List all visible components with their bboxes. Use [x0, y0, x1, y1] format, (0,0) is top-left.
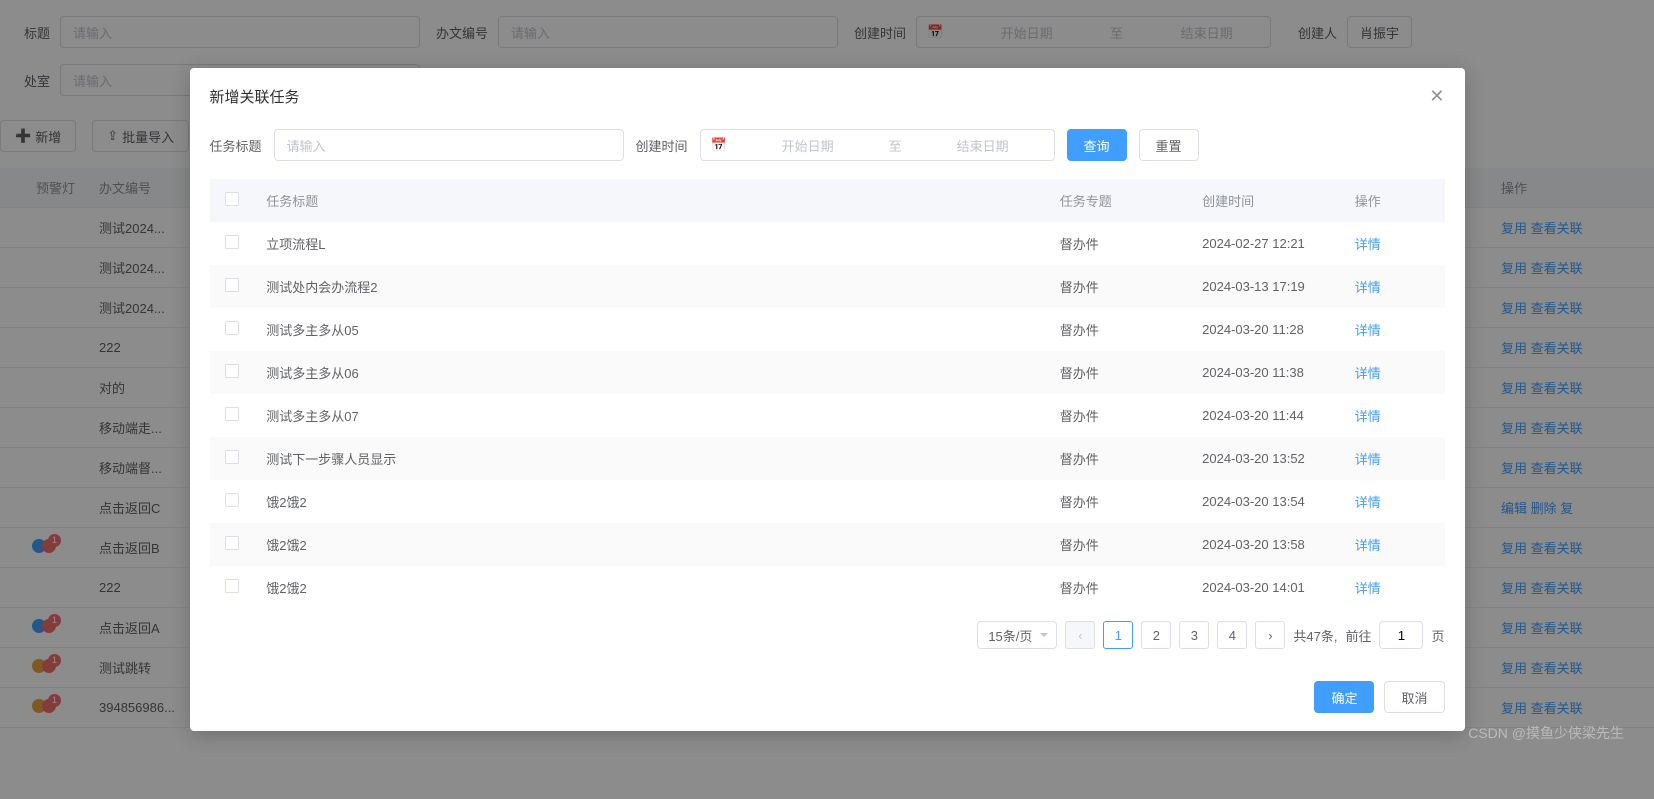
chevron-left-icon: ‹: [1078, 628, 1082, 643]
page-size-select[interactable]: 15条/页: [977, 621, 1057, 649]
cell-title: 饿2饿2: [254, 566, 1047, 609]
cell-title: 测试下一步骤人员显示: [254, 437, 1047, 480]
table-row: 饿2饿2督办件2024-03-20 13:54 详情: [210, 480, 1445, 523]
page-button-4[interactable]: 4: [1217, 621, 1247, 649]
table-row: 饿2饿2督办件2024-03-20 14:01 详情: [210, 566, 1445, 609]
cancel-button[interactable]: 取消: [1384, 681, 1444, 713]
pagination: 15条/页 ‹ 1234 › 共47条, 前往 页: [210, 609, 1445, 659]
cell-title: 测试处内会办流程2: [254, 265, 1047, 308]
cell-title: 测试多主多从05: [254, 308, 1047, 351]
cell-topic: 督办件: [1048, 265, 1190, 308]
row-checkbox[interactable]: [225, 579, 239, 593]
row-checkbox[interactable]: [225, 407, 239, 421]
cell-topic: 督办件: [1048, 437, 1190, 480]
row-checkbox[interactable]: [225, 278, 239, 292]
cell-topic: 督办件: [1048, 480, 1190, 523]
add-related-task-modal: 新增关联任务 ✕ 任务标题 请输入 创建时间 📅 开始日期 至 结束日期 查询 …: [190, 68, 1465, 731]
total-text: 共47条,: [1293, 626, 1337, 645]
cell-title: 饿2饿2: [254, 523, 1047, 566]
modal-createtime-label: 创建时间: [636, 136, 688, 155]
goto-input[interactable]: [1379, 621, 1423, 649]
cell-created: 2024-03-20 13:54: [1190, 480, 1343, 523]
cell-topic: 督办件: [1048, 566, 1190, 609]
cell-created: 2024-03-20 11:44: [1190, 394, 1343, 437]
detail-link[interactable]: 详情: [1355, 366, 1381, 381]
cell-created: 2024-03-20 14:01: [1190, 566, 1343, 609]
calendar-icon: 📅: [711, 137, 727, 153]
detail-link[interactable]: 详情: [1355, 495, 1381, 510]
col-created: 创建时间: [1190, 179, 1343, 222]
select-all-checkbox[interactable]: [210, 179, 255, 222]
row-checkbox[interactable]: [225, 536, 239, 550]
cell-created: 2024-02-27 12:21: [1190, 222, 1343, 265]
prev-page-button[interactable]: ‹: [1065, 621, 1095, 649]
chevron-right-icon: ›: [1268, 628, 1272, 643]
modal-overlay: 新增关联任务 ✕ 任务标题 请输入 创建时间 📅 开始日期 至 结束日期 查询 …: [0, 0, 1654, 799]
cell-topic: 督办件: [1048, 351, 1190, 394]
goto-suffix: 页: [1431, 626, 1444, 645]
task-title-input[interactable]: 请输入: [274, 129, 624, 161]
task-title-label: 任务标题: [210, 136, 262, 155]
col-task-title: 任务标题: [254, 179, 1047, 222]
detail-link[interactable]: 详情: [1355, 237, 1381, 252]
cell-created: 2024-03-20 13:52: [1190, 437, 1343, 480]
confirm-button[interactable]: 确定: [1314, 681, 1374, 713]
page-button-2[interactable]: 2: [1141, 621, 1171, 649]
table-row: 测试多主多从06督办件2024-03-20 11:38 详情: [210, 351, 1445, 394]
modal-header: 新增关联任务 ✕: [190, 68, 1465, 125]
cell-topic: 督办件: [1048, 308, 1190, 351]
row-checkbox[interactable]: [225, 321, 239, 335]
cell-title: 测试多主多从07: [254, 394, 1047, 437]
cell-created: 2024-03-20 13:58: [1190, 523, 1343, 566]
detail-link[interactable]: 详情: [1355, 538, 1381, 553]
detail-link[interactable]: 详情: [1355, 581, 1381, 596]
detail-link[interactable]: 详情: [1355, 409, 1381, 424]
watermark: CSDN @摸鱼少侠梁先生: [1468, 723, 1624, 743]
table-row: 测试处内会办流程2督办件2024-03-13 17:19 详情: [210, 265, 1445, 308]
modal-createtime-range[interactable]: 📅 开始日期 至 结束日期: [700, 129, 1055, 161]
detail-link[interactable]: 详情: [1355, 452, 1381, 467]
table-row: 测试下一步骤人员显示督办件2024-03-20 13:52 详情: [210, 437, 1445, 480]
cell-title: 测试多主多从06: [254, 351, 1047, 394]
cell-created: 2024-03-20 11:28: [1190, 308, 1343, 351]
detail-link[interactable]: 详情: [1355, 323, 1381, 338]
page-button-3[interactable]: 3: [1179, 621, 1209, 649]
modal-footer: 确定 取消: [190, 669, 1465, 731]
cell-topic: 督办件: [1048, 523, 1190, 566]
query-button[interactable]: 查询: [1067, 129, 1127, 161]
modal-title: 新增关联任务: [210, 86, 300, 107]
modal-filters: 任务标题 请输入 创建时间 📅 开始日期 至 结束日期 查询 重置: [210, 129, 1445, 161]
table-row: 立项流程L督办件2024-02-27 12:21 详情: [210, 222, 1445, 265]
detail-link[interactable]: 详情: [1355, 280, 1381, 295]
table-row: 测试多主多从07督办件2024-03-20 11:44 详情: [210, 394, 1445, 437]
modal-table: 任务标题 任务专题 创建时间 操作 立项流程L督办件2024-02-27 12:…: [210, 179, 1445, 609]
table-row: 饿2饿2督办件2024-03-20 13:58 详情: [210, 523, 1445, 566]
row-checkbox[interactable]: [225, 235, 239, 249]
cell-title: 饿2饿2: [254, 480, 1047, 523]
cell-created: 2024-03-13 17:19: [1190, 265, 1343, 308]
cell-title: 立项流程L: [254, 222, 1047, 265]
row-checkbox[interactable]: [225, 493, 239, 507]
col-task-topic: 任务专题: [1048, 179, 1190, 222]
goto-label: 前往: [1345, 626, 1371, 645]
cell-topic: 督办件: [1048, 394, 1190, 437]
cell-topic: 督办件: [1048, 222, 1190, 265]
page-button-1[interactable]: 1: [1103, 621, 1133, 649]
row-checkbox[interactable]: [225, 364, 239, 378]
row-checkbox[interactable]: [225, 450, 239, 464]
col-operation: 操作: [1343, 179, 1445, 222]
reset-button[interactable]: 重置: [1139, 129, 1199, 161]
close-icon[interactable]: ✕: [1429, 86, 1444, 107]
cell-created: 2024-03-20 11:38: [1190, 351, 1343, 394]
table-row: 测试多主多从05督办件2024-03-20 11:28 详情: [210, 308, 1445, 351]
next-page-button[interactable]: ›: [1255, 621, 1285, 649]
